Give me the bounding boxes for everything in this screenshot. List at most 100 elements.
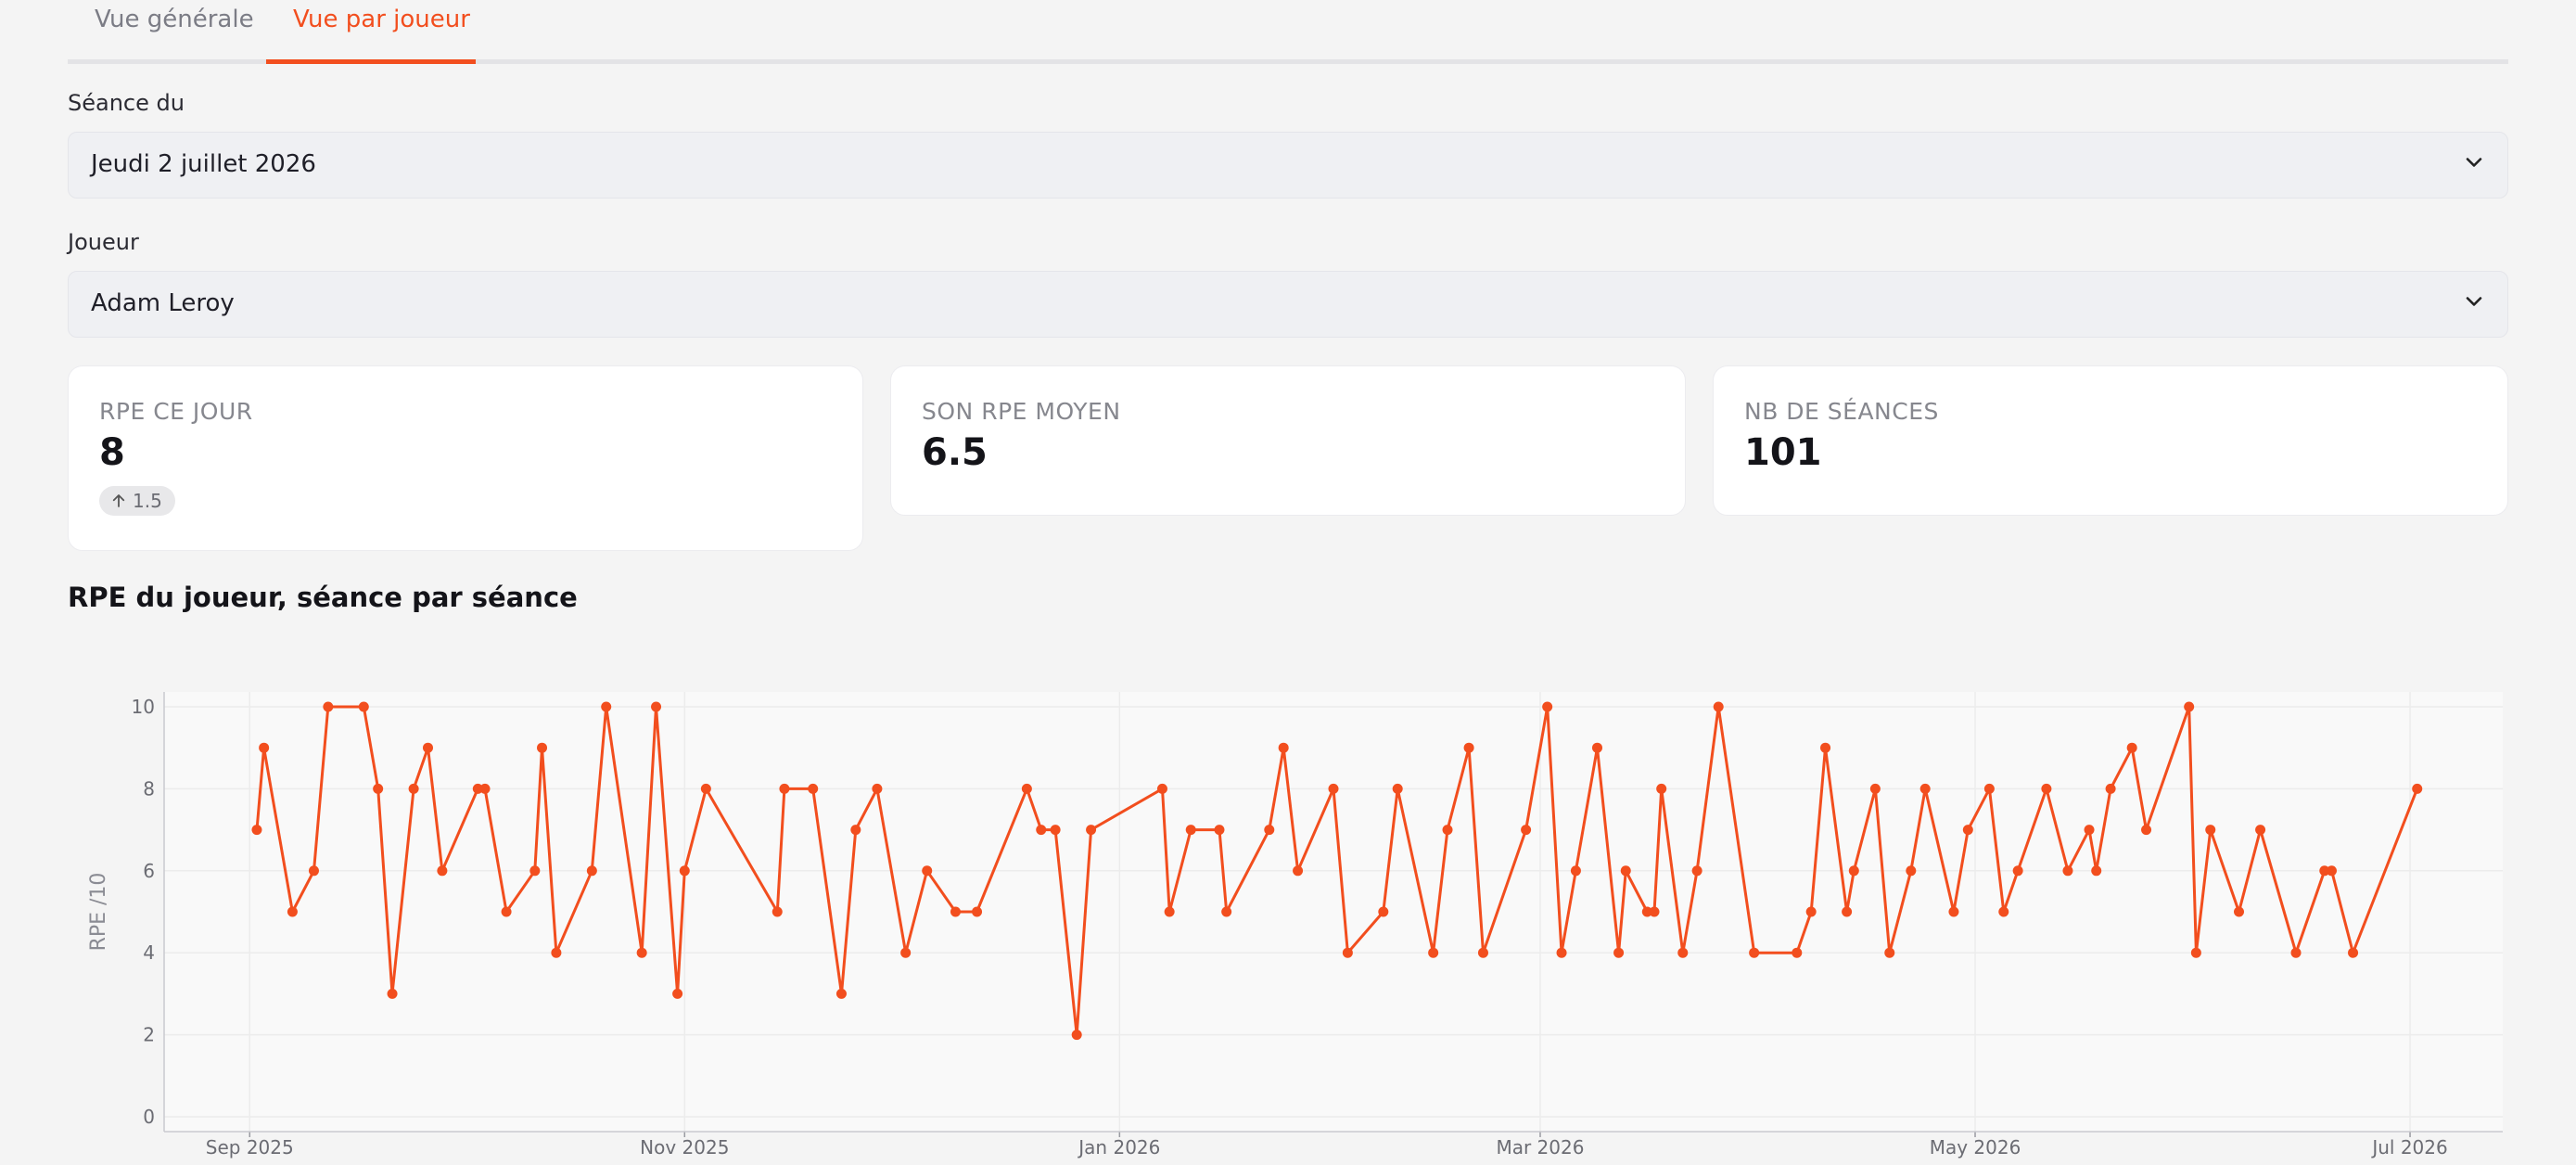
data-point bbox=[2084, 825, 2095, 836]
x-tick-label: Mar 2026 bbox=[1496, 1136, 1584, 1159]
data-point bbox=[636, 947, 647, 958]
data-point bbox=[1050, 825, 1061, 836]
data-point bbox=[1463, 742, 1474, 753]
data-point bbox=[1328, 783, 1339, 794]
tab-overview[interactable]: Vue générale bbox=[95, 6, 254, 33]
kpi-delta-badge: 1.5 bbox=[99, 486, 175, 516]
y-tick-label: 4 bbox=[143, 941, 155, 964]
data-point bbox=[437, 865, 448, 877]
session-label: Séance du bbox=[68, 90, 185, 116]
kpi-label: RPE CE JOUR bbox=[99, 398, 253, 425]
data-point bbox=[2412, 783, 2423, 794]
kpi-label: NB DE SÉANCES bbox=[1744, 398, 1939, 425]
data-point bbox=[1021, 783, 1032, 794]
data-point bbox=[2255, 825, 2266, 836]
y-axis-label: RPE /10 bbox=[87, 873, 110, 952]
kpi-label: SON RPE MOYEN bbox=[922, 398, 1121, 425]
x-tick-label: May 2026 bbox=[1930, 1136, 2021, 1159]
data-point bbox=[323, 701, 334, 712]
data-point bbox=[1820, 742, 1831, 753]
data-point bbox=[2091, 865, 2102, 877]
data-point bbox=[2062, 865, 2073, 877]
data-point bbox=[1998, 906, 2009, 917]
data-point bbox=[772, 906, 783, 917]
arrow-up-icon bbox=[112, 494, 125, 507]
data-point bbox=[1086, 825, 1097, 836]
data-point bbox=[1613, 947, 1625, 958]
data-point bbox=[1164, 906, 1175, 917]
data-point bbox=[1792, 947, 1803, 958]
data-point bbox=[1278, 742, 1289, 753]
tab-bar: Vue générale Vue par joueur bbox=[68, 0, 2508, 64]
data-point bbox=[1691, 865, 1702, 877]
data-point bbox=[1869, 783, 1881, 794]
kpi-delta-value: 1.5 bbox=[133, 490, 162, 512]
data-point bbox=[1620, 865, 1631, 877]
data-point bbox=[387, 988, 398, 999]
kpi-value: 6.5 bbox=[922, 431, 988, 474]
player-select[interactable]: Adam Leroy bbox=[68, 271, 2508, 338]
data-point bbox=[900, 947, 912, 958]
data-point bbox=[950, 906, 961, 917]
data-point bbox=[1392, 783, 1403, 794]
tab-per-player[interactable]: Vue par joueur bbox=[293, 6, 470, 33]
x-tick-label: Jan 2026 bbox=[1077, 1136, 1160, 1159]
data-point bbox=[850, 825, 861, 836]
data-point bbox=[2041, 783, 2052, 794]
y-tick-label: 10 bbox=[132, 696, 155, 718]
data-point bbox=[1983, 783, 1995, 794]
data-point bbox=[1677, 947, 1689, 958]
data-point bbox=[1264, 825, 1275, 836]
y-tick-label: 8 bbox=[143, 777, 155, 800]
kpi-value: 8 bbox=[99, 431, 125, 474]
data-point bbox=[2184, 701, 2195, 712]
data-point bbox=[1221, 906, 1232, 917]
kpi-card-rpe-today: RPE CE JOUR 8 1.5 bbox=[68, 365, 863, 551]
data-point bbox=[529, 865, 541, 877]
kpi-value: 101 bbox=[1744, 431, 1822, 474]
x-tick-label: Sep 2025 bbox=[206, 1136, 294, 1159]
data-point bbox=[2348, 947, 2359, 958]
chevron-down-icon bbox=[2466, 158, 2482, 167]
data-point bbox=[1884, 947, 1895, 958]
session-select-value: Jeudi 2 juillet 2026 bbox=[91, 150, 316, 178]
data-point bbox=[872, 783, 883, 794]
data-point bbox=[2205, 825, 2216, 836]
kpi-card-session-count: NB DE SÉANCES 101 bbox=[1713, 365, 2508, 516]
data-point bbox=[1036, 825, 1047, 836]
data-point bbox=[287, 906, 298, 917]
x-tick-label: Jul 2026 bbox=[2370, 1136, 2447, 1159]
data-point bbox=[1713, 701, 1724, 712]
data-point bbox=[408, 783, 419, 794]
data-point bbox=[501, 906, 512, 917]
x-tick-label: Nov 2025 bbox=[640, 1136, 729, 1159]
data-point bbox=[551, 947, 562, 958]
data-point bbox=[2234, 906, 2245, 917]
data-point bbox=[308, 865, 319, 877]
data-point bbox=[373, 783, 384, 794]
data-point bbox=[779, 783, 790, 794]
data-point bbox=[1948, 906, 1959, 917]
data-point bbox=[358, 701, 369, 712]
data-point bbox=[2126, 742, 2137, 753]
session-select[interactable]: Jeudi 2 juillet 2026 bbox=[68, 132, 2508, 198]
data-point bbox=[1293, 865, 1304, 877]
chevron-down-icon bbox=[2466, 297, 2482, 306]
chart-title: RPE du joueur, séance par séance bbox=[68, 582, 578, 613]
data-point bbox=[1428, 947, 1439, 958]
data-point bbox=[1906, 865, 1917, 877]
data-point bbox=[1477, 947, 1488, 958]
data-point bbox=[2190, 947, 2201, 958]
data-point bbox=[1156, 783, 1167, 794]
data-point bbox=[1214, 825, 1225, 836]
y-tick-label: 2 bbox=[143, 1024, 155, 1046]
y-tick-label: 0 bbox=[143, 1106, 155, 1128]
data-point bbox=[1342, 947, 1353, 958]
data-point bbox=[251, 825, 262, 836]
active-tab-indicator bbox=[266, 59, 476, 64]
data-point bbox=[1570, 865, 1581, 877]
data-point bbox=[1442, 825, 1453, 836]
data-point bbox=[1919, 783, 1931, 794]
data-point bbox=[2290, 947, 2302, 958]
plot-area bbox=[164, 692, 2503, 1132]
